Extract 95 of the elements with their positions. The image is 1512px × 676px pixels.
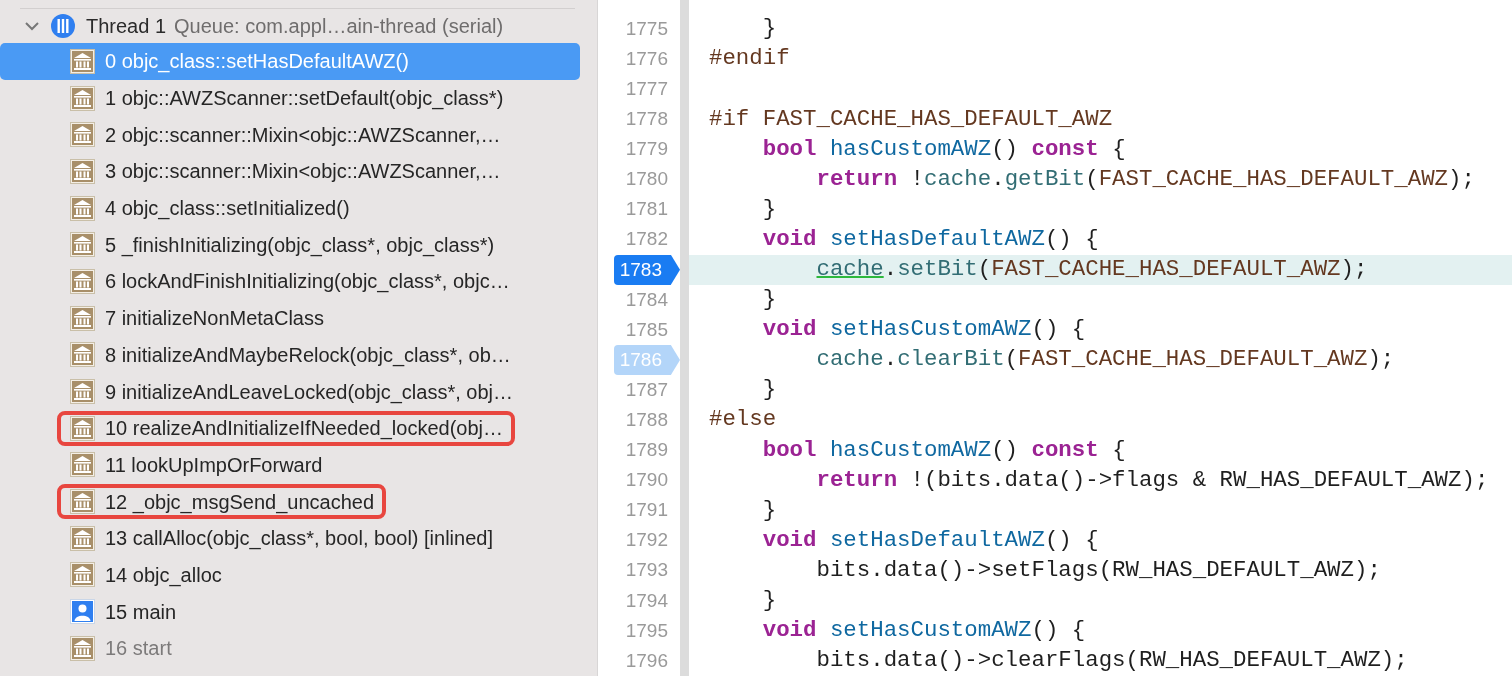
- code-line: #if FAST_CACHE_HAS_DEFAULT_AWZ: [709, 104, 1113, 134]
- building-columns-icon: [70, 195, 95, 221]
- code-line: cache.clearBit(FAST_CACHE_HAS_DEFAULT_AWZ);: [815, 345, 1395, 375]
- line-marker-badge: 1783: [613, 254, 680, 286]
- line-marker-badge: 1786: [613, 344, 680, 376]
- code-line: }: [761, 14, 777, 44]
- building-columns-icon: [70, 85, 95, 111]
- line-number: 1780: [625, 167, 668, 192]
- code-line: void setHasDefaultAWZ() {: [761, 224, 1099, 254]
- frame-label: 11 lookUpImpOrForward: [105, 452, 323, 478]
- line-number: 1777: [625, 77, 668, 101]
- stack-frame-row[interactable]: 11 lookUpImpOrForward: [0, 446, 580, 484]
- code-line: bits.data()->setFlags(RW_HAS_DEFAULT_AWZ);: [815, 555, 1381, 585]
- frame-label: 6 lockAndFinishInitializing(objc_class*, objc…: [105, 269, 510, 295]
- line-number: 1781: [625, 197, 668, 222]
- frame-label: 3 objc::scanner::Mixin<objc::AWZScanner,…: [105, 159, 501, 185]
- line-number: 1791: [625, 498, 668, 523]
- building-columns-icon: [70, 342, 95, 368]
- code-line: }: [761, 375, 777, 405]
- building-columns-icon: [70, 415, 95, 441]
- stack-frame-row[interactable]: 9 initializeAndLeaveLocked(objc_class*, obj…: [0, 373, 580, 410]
- line-number: 1787: [625, 377, 668, 402]
- building-columns-icon: [70, 305, 95, 331]
- building-columns-icon: [70, 635, 95, 661]
- thread-icon: [50, 13, 76, 39]
- stack-frame-row[interactable]: 6 lockAndFinishInitializing(objc_class*, objc…: [0, 263, 580, 300]
- building-columns-icon: [70, 122, 95, 148]
- frame-label: 13 callAlloc(objc_class*, bool, bool) [inlined]: [105, 526, 493, 552]
- line-number: 1775: [625, 16, 668, 41]
- frame-label: 16 start: [105, 636, 172, 662]
- frame-label: 10 realizeAndInitializeIfNeeded_locked(obj…: [105, 416, 504, 442]
- building-columns-icon: [70, 48, 95, 74]
- building-columns-icon: [70, 489, 95, 515]
- building-columns-icon: [70, 379, 95, 405]
- building-columns-icon: [70, 562, 95, 588]
- code-line: return !cache.getBit(FAST_CACHE_HAS_DEFAULT_AWZ);: [815, 164, 1475, 194]
- building-columns-icon: [70, 268, 95, 294]
- code-line: cache.setBit(FAST_CACHE_HAS_DEFAULT_AWZ);: [815, 255, 1368, 284]
- code-line: void setHasDefaultAWZ() {: [761, 525, 1099, 555]
- stack-frame-row[interactable]: 3 objc::scanner::Mixin<objc::AWZScanner,…: [0, 153, 580, 190]
- line-number: 1794: [625, 588, 668, 613]
- line-number: 1782: [625, 227, 668, 252]
- code-line: bool hasCustomAWZ() const {: [761, 435, 1126, 465]
- line-number: 1784: [625, 287, 668, 312]
- stack-frame-row[interactable]: 4 objc_class::setInitialized(): [0, 189, 580, 227]
- code-line: bool hasCustomAWZ() const {: [761, 134, 1126, 164]
- stack-frame-row[interactable]: 2 objc::scanner::Mixin<objc::AWZScanner,…: [0, 116, 580, 154]
- frame-label: 8 initializeAndMaybeRelock(objc_class*, ob…: [105, 342, 511, 369]
- line-number: 1790: [625, 468, 668, 493]
- frame-label: 14 objc_alloc: [105, 562, 222, 589]
- code-line: }: [761, 586, 777, 616]
- frame-label: 12 _objc_msgSend_uncached: [105, 489, 375, 516]
- code-line: bits.data()->clearFlags(RW_HAS_DEFAULT_AWZ);: [815, 646, 1408, 676]
- line-number: 1792: [625, 528, 668, 553]
- frame-label: 1 objc::AWZScanner::setDefault(objc_class*): [105, 86, 504, 112]
- line-number: 1789: [625, 438, 668, 463]
- line-number: 1796: [625, 648, 668, 673]
- stack-frame-row[interactable]: 8 initializeAndMaybeRelock(objc_class*, ob…: [0, 336, 580, 374]
- line-number: 1788: [625, 408, 668, 432]
- line-number: 1779: [625, 137, 668, 162]
- frame-label: 15 main: [105, 599, 177, 625]
- stack-frame-row[interactable]: 13 callAlloc(objc_class*, bool, bool) [inlined]: [0, 519, 580, 557]
- frame-label: 0 objc_class::setHasDefaultAWZ(): [105, 49, 409, 75]
- stack-frame-row[interactable]: 1 objc::AWZScanner::setDefault(objc_class*): [0, 79, 580, 117]
- building-columns-icon: [70, 158, 95, 184]
- line-number: 1793: [625, 558, 668, 583]
- stack-frame-row[interactable]: 5 _finishInitializing(objc_class*, objc_class*): [0, 226, 580, 264]
- frame-label: 5 _finishInitializing(objc_class*, objc_class*): [105, 232, 495, 259]
- thread-title: Thread 1: [86, 14, 167, 39]
- building-columns-icon: [70, 232, 95, 258]
- stack-frame-row[interactable]: 10 realizeAndInitializeIfNeeded_locked(obj…: [0, 409, 580, 447]
- code-line: }: [761, 495, 777, 525]
- line-number: 1785: [625, 317, 668, 342]
- building-columns-icon: [70, 525, 95, 551]
- line-number: 1776: [625, 46, 668, 71]
- building-columns-icon: [70, 452, 95, 478]
- code-line: }: [761, 194, 777, 224]
- code-line: #else: [709, 405, 777, 435]
- stack-frame-row[interactable]: 12 _objc_msgSend_uncached: [0, 483, 580, 520]
- frame-label: 4 objc_class::setInitialized(): [105, 196, 350, 222]
- stack-frame-row[interactable]: 7 initializeNonMetaClass: [0, 299, 580, 337]
- code-line: void setHasCustomAWZ() {: [761, 616, 1086, 646]
- code-line: void setHasCustomAWZ() {: [761, 315, 1086, 345]
- thread-queue: Queue: com.appl…ain-thread (serial): [174, 14, 504, 39]
- frame-label: 7 initializeNonMetaClass: [105, 306, 324, 332]
- line-number: 1778: [625, 107, 668, 132]
- code-line: #endif: [709, 44, 790, 74]
- line-number: 1795: [625, 618, 668, 643]
- stack-frame-row[interactable]: 14 objc_alloc: [0, 556, 580, 594]
- person-icon: [70, 599, 95, 625]
- frame-label: 9 initializeAndLeaveLocked(objc_class*, obj…: [105, 379, 514, 406]
- frame-label: 2 objc::scanner::Mixin<objc::AWZScanner,…: [105, 122, 501, 148]
- code-line: }: [761, 285, 777, 315]
- stack-frame-row[interactable]: 15 main: [0, 593, 580, 630]
- code-line: return !(bits.data()->flags & RW_HAS_DEFAULT_AWZ);: [815, 465, 1489, 495]
